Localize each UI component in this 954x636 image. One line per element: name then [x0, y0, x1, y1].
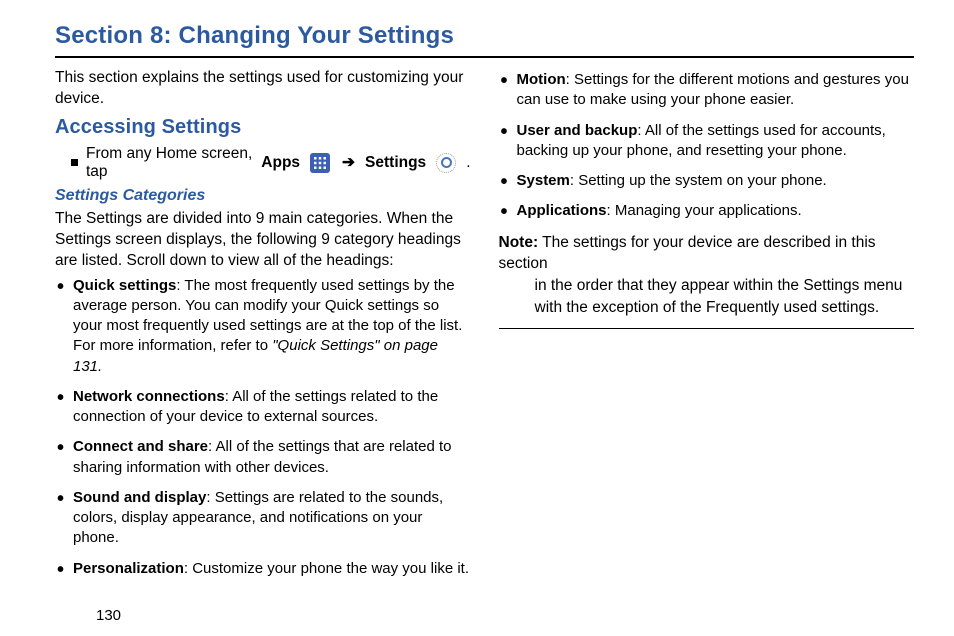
heading-accessing-settings: Accessing Settings — [55, 116, 471, 139]
category-item: Quick settings: The most frequently used… — [55, 276, 471, 377]
note-body-rest: in the order that they appear within the… — [499, 275, 915, 318]
settings-gear-icon — [436, 153, 456, 173]
category-name: Personalization — [73, 560, 184, 577]
category-desc: : Setting up the system on your phone. — [570, 172, 827, 189]
category-item: Sound and display: Settings are related … — [55, 488, 471, 549]
category-name: Connect and share — [73, 438, 208, 455]
categories-list-left: Quick settings: The most frequently used… — [55, 276, 471, 579]
section-title: Section 8: Changing Your Settings — [55, 22, 914, 50]
category-item: User and backup: All of the settings use… — [499, 121, 915, 162]
category-name: System — [517, 172, 570, 189]
apps-label: Apps — [261, 154, 300, 172]
heading-settings-categories: Settings Categories — [55, 187, 471, 205]
settings-label: Settings — [365, 154, 426, 172]
intro-paragraph: This section explains the settings used … — [55, 68, 471, 110]
category-desc: : Settings for the different motions and… — [517, 71, 909, 108]
square-bullet-icon — [71, 159, 78, 166]
left-column: This section explains the settings used … — [55, 66, 471, 589]
category-item: Motion: Settings for the different motio… — [499, 70, 915, 111]
document-page: Section 8: Changing Your Settings This s… — [0, 0, 954, 636]
category-name: Quick settings — [73, 277, 176, 294]
horizontal-rule — [55, 56, 914, 58]
category-desc: : Customize your phone the way you like … — [184, 560, 469, 577]
categories-list-right: Motion: Settings for the different motio… — [499, 70, 915, 222]
right-column: Motion: Settings for the different motio… — [499, 66, 915, 589]
category-item: System: Setting up the system on your ph… — [499, 171, 915, 191]
categories-intro: The Settings are divided into 9 main cat… — [55, 209, 471, 272]
category-item: Applications: Managing your applications… — [499, 201, 915, 221]
note-body-first: The settings for your device are describ… — [499, 234, 876, 273]
arrow-right-icon: ➔ — [340, 153, 357, 172]
category-desc: : Managing your applications. — [607, 202, 802, 219]
step-prefix-text: From any Home screen, tap — [86, 145, 253, 181]
step-row: From any Home screen, tap Apps ➔ Setting… — [71, 145, 471, 181]
two-column-layout: This section explains the settings used … — [55, 66, 914, 589]
page-number: 130 — [96, 607, 121, 624]
category-name: Sound and display — [73, 489, 206, 506]
note-label: Note: — [499, 234, 539, 251]
apps-grid-icon — [310, 153, 330, 173]
category-item: Connect and share: All of the settings t… — [55, 437, 471, 478]
category-name: User and backup — [517, 122, 638, 139]
note-block: Note: The settings for your device are d… — [499, 232, 915, 330]
period-text: . — [466, 154, 470, 172]
category-name: Network connections — [73, 388, 225, 405]
category-name: Motion — [517, 71, 566, 88]
category-item: Network connections: All of the settings… — [55, 387, 471, 428]
category-item: Personalization: Customize your phone th… — [55, 559, 471, 579]
category-name: Applications — [517, 202, 607, 219]
